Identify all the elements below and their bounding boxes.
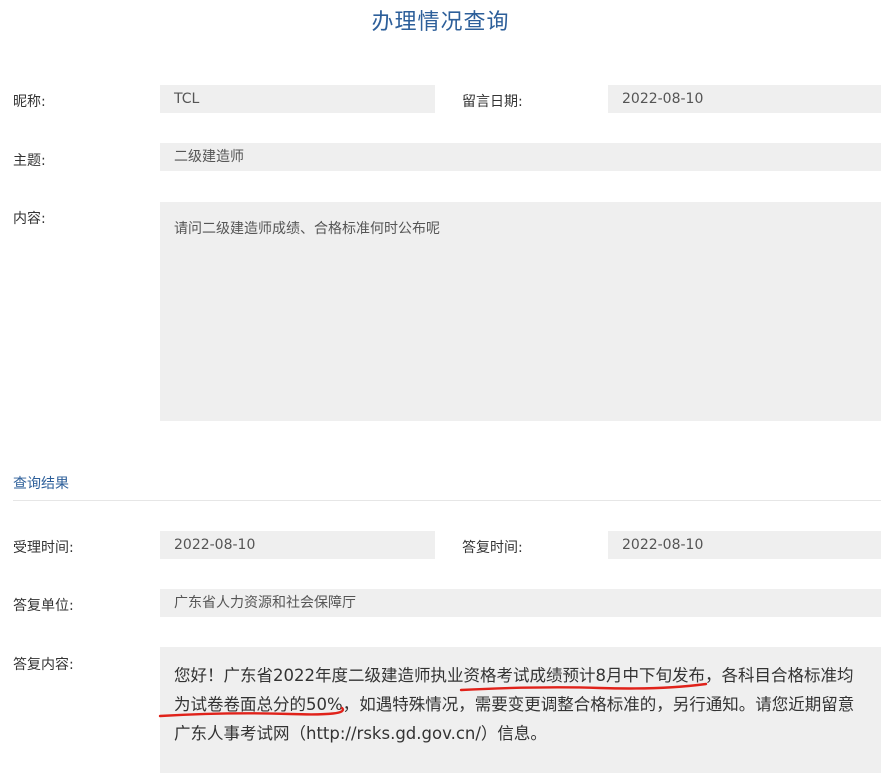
page-title: 办理情况查询 [371, 10, 510, 35]
reply-time-label: 答复时间: [462, 540, 523, 556]
reply-time-field: 2022-08-10 [608, 531, 881, 559]
message-date-field: 2022-08-10 [608, 85, 881, 113]
reply-text-part1: 您好！广东省2022年度二级建造师执业 [174, 666, 464, 685]
message-date-label: 留言日期: [462, 94, 523, 110]
subject-field: 二级建造师 [160, 143, 881, 171]
content-field: 请问二级建造师成绩、合格标准何时公布呢 [160, 202, 881, 421]
nickname-field: TCL [160, 85, 435, 113]
accept-time-label: 受理时间: [13, 540, 74, 556]
accept-time-field: 2022-08-10 [160, 531, 435, 559]
section-divider [13, 500, 881, 501]
nickname-label: 昵称: [13, 94, 46, 110]
reply-content-label: 答复内容: [13, 657, 74, 673]
content-label: 内容: [13, 211, 46, 227]
reply-content-field: 您好！广东省2022年度二级建造师执业资格考试成绩预计8月中下旬发布，各科目合格… [160, 647, 881, 773]
reply-highlight-pass-standard: 试卷卷面总分的50%， [190, 695, 360, 714]
reply-unit-field: 广东省人力资源和社会保障厅 [160, 589, 881, 617]
reply-highlight-score-release: 资格考试成绩预计8月中下旬发布， [463, 666, 722, 685]
subject-label: 主题: [13, 153, 46, 169]
query-result-heading: 查询结果 [13, 476, 69, 492]
reply-unit-label: 答复单位: [13, 598, 74, 614]
